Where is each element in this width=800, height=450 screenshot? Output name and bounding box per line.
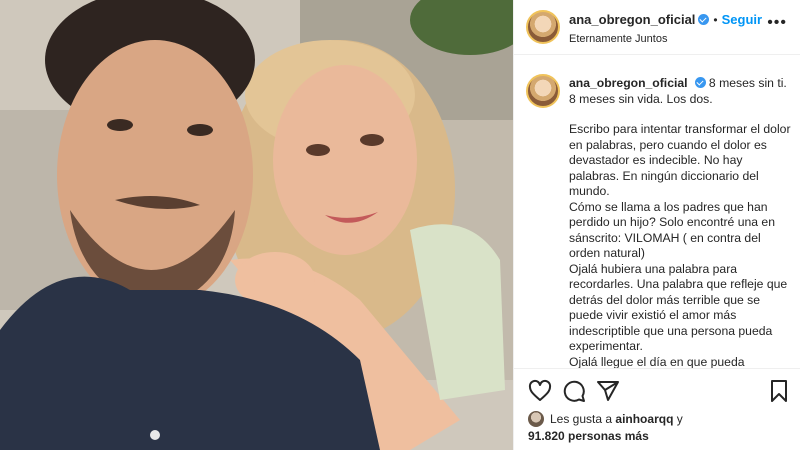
- likes-summary: Les gusta a ainhoarqq y 91.820 personas …: [528, 411, 793, 444]
- comment-icon[interactable]: [562, 379, 586, 403]
- heart-icon[interactable]: [528, 379, 552, 403]
- post-location[interactable]: Eternamente Juntos: [569, 33, 794, 45]
- liker-username[interactable]: ainhoarqq: [615, 412, 673, 426]
- verified-badge-icon: [698, 14, 710, 25]
- likes-prefix: Les gusta a: [550, 412, 613, 426]
- bookmark-icon[interactable]: [767, 379, 791, 403]
- caption-line: 8 meses sin ti.: [708, 76, 787, 90]
- caption-line: Ojalá hubiera una palabra para recordarl…: [569, 261, 788, 354]
- post-header: ana_obregon_oficial • Seguir Eternamente J…: [514, 0, 800, 55]
- caption-line: 8 meses sin vida. Los dos.: [569, 91, 713, 106]
- caption-author-avatar[interactable]: [526, 74, 560, 108]
- caption-line: Escribo para intentar transformar el dol…: [569, 122, 791, 198]
- caption-line: Cómo se llama a los padres que han perdi…: [569, 199, 775, 261]
- author-avatar[interactable]: [526, 10, 560, 44]
- liker-avatar[interactable]: [528, 411, 544, 427]
- caption-first-line: ana_obregon_oficial 8 meses sin ti.: [569, 76, 791, 92]
- author-username[interactable]: ana_obregon_oficial: [569, 12, 695, 27]
- likes-others-line: 91.820 personas más: [528, 428, 793, 444]
- share-icon[interactable]: [596, 379, 620, 403]
- caption-author-username[interactable]: ana_obregon_oficial: [569, 76, 688, 90]
- verified-badge-icon: [694, 77, 706, 88]
- likes-count[interactable]: 91.820 personas más: [528, 429, 649, 443]
- post-photo-illustration: [0, 0, 513, 450]
- post-photo[interactable]: [0, 0, 513, 450]
- post-actions: Les gusta a ainhoarqq y 91.820 personas …: [514, 368, 800, 450]
- caption-line: Ojalá llegue el día en que pueda: [569, 354, 745, 369]
- likes-connector: y: [676, 412, 683, 426]
- post-sidebar: ana_obregon_oficial • Seguir Eternamente J…: [513, 0, 800, 450]
- post-caption: ana_obregon_oficial 8 meses sin ti. 8 me…: [569, 76, 791, 368]
- separator-dot: •: [713, 13, 718, 27]
- more-options-icon[interactable]: •••: [767, 15, 787, 31]
- follow-button[interactable]: Seguir: [722, 12, 762, 27]
- author-info: ana_obregon_oficial • Seguir Eternamente J…: [569, 11, 794, 45]
